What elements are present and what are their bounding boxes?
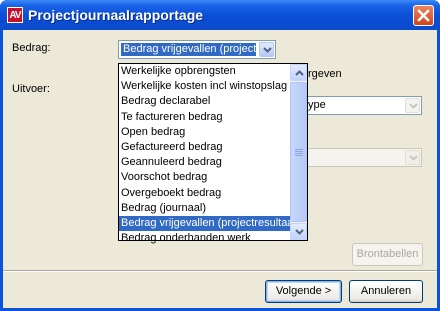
scroll-thumb[interactable]	[290, 82, 307, 222]
chevron-down-icon	[409, 103, 418, 109]
dropdown-option[interactable]: Bedrag declarabel	[119, 94, 291, 109]
secondary-dropdown-button[interactable]	[405, 150, 420, 165]
secondary-select-value	[306, 151, 402, 164]
chevron-down-icon	[295, 229, 304, 235]
divider-highlight	[3, 271, 437, 272]
dropdown-option[interactable]: Bedrag vrijgevallen (projectresultaat)	[119, 215, 291, 232]
uitvoer-label: Uitvoer:	[12, 83, 50, 95]
bedrag-label: Bedrag:	[12, 42, 51, 54]
app-logo-icon: AV	[7, 7, 23, 23]
type-dropdown-button[interactable]	[405, 98, 420, 113]
dropdown-items: Werkelijke opbrengsten Werkelijke kosten …	[119, 64, 291, 246]
dropdown-option[interactable]: Te factureren bedrag	[119, 110, 291, 125]
dropdown-option[interactable]: Werkelijke opbrengsten	[119, 64, 291, 79]
dropdown-option[interactable]: Overgeboekt bedrag	[119, 186, 291, 201]
volgende-button[interactable]: Volgende >	[265, 280, 342, 303]
grip-line	[295, 153, 303, 154]
dropdown-option[interactable]: Bedrag onderhanden werk	[119, 231, 291, 246]
chevron-down-icon	[263, 47, 272, 53]
brontabellen-button[interactable]: Brontabellen	[352, 243, 423, 266]
secondary-select[interactable]	[303, 148, 422, 167]
close-icon	[417, 9, 430, 22]
scroll-up-button[interactable]	[290, 64, 307, 81]
dropdown-option[interactable]: Werkelijke kosten incl winstopslag	[119, 79, 291, 94]
dialog-window: AV Projectjournaalrapportage Bedrag: Bed…	[0, 0, 440, 311]
dropdown-option[interactable]: Geannuleerd bedrag	[119, 155, 291, 170]
bedrag-dropdown-list[interactable]: Werkelijke opbrengsten Werkelijke kosten …	[118, 63, 308, 244]
type-select[interactable]: ype	[303, 96, 422, 115]
dropdown-option[interactable]: Voorschot bedrag	[119, 170, 291, 185]
bedrag-dropdown-button[interactable]	[259, 42, 274, 57]
type-select-value: ype	[308, 99, 326, 111]
annuleren-button[interactable]: Annuleren	[349, 280, 423, 303]
window-title: Projectjournaalrapportage	[28, 7, 204, 23]
grip-line	[295, 151, 303, 152]
dropdown-option[interactable]: Bedrag (journaal)	[119, 201, 291, 216]
chevron-down-icon	[409, 155, 418, 161]
checkbox-label: rgeven	[308, 68, 342, 80]
close-button[interactable]	[413, 5, 434, 26]
vertical-scrollbar[interactable]	[290, 64, 307, 240]
chevron-up-icon	[295, 70, 304, 76]
grip-line	[295, 155, 303, 156]
scroll-down-button[interactable]	[290, 223, 307, 240]
bedrag-select-value: Bedrag vrijgevallen (projectr	[121, 43, 256, 56]
dropdown-option[interactable]: Open bedrag	[119, 125, 291, 140]
bedrag-select[interactable]: Bedrag vrijgevallen (projectr	[118, 40, 276, 59]
dropdown-option[interactable]: Gefactureerd bedrag	[119, 140, 291, 155]
grip-line	[295, 149, 303, 150]
title-bar[interactable]: AV Projectjournaalrapportage	[0, 0, 440, 30]
